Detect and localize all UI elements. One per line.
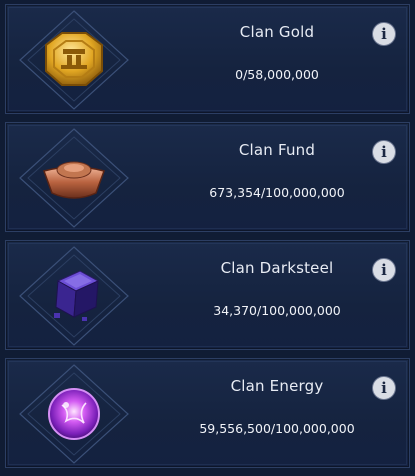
resource-title: Clan Fund <box>238 141 316 159</box>
gold-coin-icon <box>45 32 103 86</box>
resource-card-clan-darksteel: Clan Darksteel 34,370/100,000,000 i <box>5 240 410 350</box>
icon-frame <box>14 241 134 351</box>
info-icon[interactable]: i <box>373 23 395 45</box>
info-icon[interactable]: i <box>373 377 395 399</box>
resource-title: Clan Energy <box>230 377 324 395</box>
resource-amount: 673,354/100,000,000 <box>209 185 345 200</box>
resource-amount: 34,370/100,000,000 <box>213 303 341 318</box>
resource-card-clan-energy: Clan Energy 59,556,500/100,000,000 i <box>5 358 410 468</box>
energy-orb-icon <box>48 388 100 440</box>
icon-frame <box>14 5 134 115</box>
info-icon[interactable]: i <box>373 141 395 163</box>
darksteel-cube-icon <box>54 270 100 321</box>
resource-card-clan-gold: Clan Gold 0/58,000,000 i <box>5 4 410 114</box>
resource-card-clan-fund: Clan Fund 673,354/100,000,000 i <box>5 122 410 232</box>
icon-frame <box>14 359 134 469</box>
icon-frame <box>14 123 134 233</box>
info-icon[interactable]: i <box>373 259 395 281</box>
resource-amount: 59,556,500/100,000,000 <box>199 421 355 436</box>
resource-title: Clan Darksteel <box>220 259 334 277</box>
resource-amount: 0/58,000,000 <box>235 67 319 82</box>
copper-ingot-icon <box>43 161 105 199</box>
resource-title: Clan Gold <box>239 23 315 41</box>
